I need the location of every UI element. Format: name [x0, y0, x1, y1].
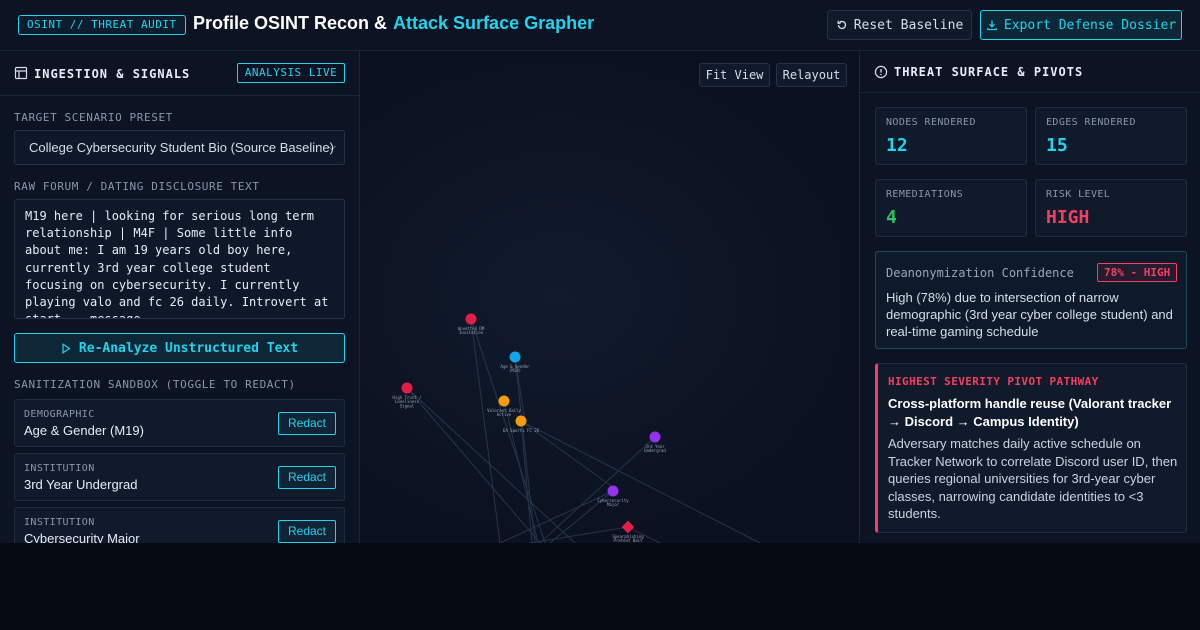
stat-label: NODES RENDERED	[886, 117, 976, 128]
graph-node[interactable]: 3rd YearUndergrad	[644, 431, 666, 454]
graph-node-marker[interactable]	[498, 395, 510, 407]
title-main: Profile OSINT Recon &	[193, 13, 388, 33]
export-dossier-button[interactable]: Export Defense Dossier	[980, 10, 1182, 40]
play-icon	[62, 342, 71, 354]
stat-card-nodes: NODES RENDERED 12	[875, 107, 1027, 165]
reset-icon	[837, 20, 846, 30]
graph-node-marker[interactable]	[465, 313, 477, 325]
graph-node-label: Active	[497, 412, 512, 417]
graph-node-marker[interactable]	[649, 431, 661, 443]
graph-node[interactable]: SpearphishingPretext Bait	[612, 520, 644, 543]
graph-node[interactable]: Valorant DailyActive	[487, 395, 521, 418]
page-title: Profile OSINT Recon & Attack Surface Grap…	[193, 13, 594, 34]
analysis-status-badge: ANALYSIS LIVE	[237, 63, 345, 83]
top-bar: OSINT // THREAT AUDIT Profile OSINT Reco…	[0, 0, 1200, 51]
graph-node-label: Undergrad	[644, 448, 666, 453]
graph-node-label: Pretext Bait	[614, 538, 643, 543]
audit-badge: OSINT // THREAT AUDIT	[18, 15, 186, 35]
signal-card: DEMOGRAPHIC Age & Gender (M19) Redact	[14, 399, 345, 447]
signal-category: INSTITUTION	[24, 517, 95, 528]
signal-card: INSTITUTION Cybersecurity Major Redact	[14, 507, 345, 543]
raw-text-label: RAW FORUM / DATING DISCLOSURE TEXT	[14, 180, 260, 193]
graph-node-marker[interactable]	[401, 382, 413, 394]
confidence-label: Deanonymization Confidence	[886, 266, 1074, 280]
scenario-preset-select[interactable]: College Cybersecurity Student Bio (Sourc…	[14, 130, 345, 165]
graph-edge	[514, 356, 536, 543]
app-window: OSINT // THREAT AUDIT Profile OSINT Reco…	[0, 0, 1200, 543]
stat-card-risk: RISK LEVEL HIGH	[1035, 179, 1187, 237]
threat-header: THREAT SURFACE & PIVOTS	[860, 51, 1200, 93]
confidence-badge: 78% - HIGH	[1097, 263, 1178, 282]
graph-node[interactable]: Age & Gender(M19)	[501, 351, 530, 374]
redact-button[interactable]: Redact	[278, 466, 336, 489]
stat-label: REMEDIATIONS	[886, 189, 964, 200]
signal-value: Age & Gender (M19)	[24, 423, 144, 438]
title-accent: Attack Surface Grapher	[393, 13, 595, 33]
ingestion-header: INGESTION & SIGNALS ANALYSIS LIVE	[0, 51, 359, 96]
stat-label: RISK LEVEL	[1046, 189, 1111, 200]
stat-value: 4	[886, 207, 897, 228]
ingestion-title: INGESTION & SIGNALS	[34, 67, 191, 81]
graph-edge	[539, 436, 656, 543]
ingestion-panel: INGESTION & SIGNALS ANALYSIS LIVE TARGET…	[0, 51, 360, 543]
chevron-down-icon: ⌵	[327, 141, 336, 153]
signal-card: INSTITUTION 3rd Year Undergrad Redact	[14, 453, 345, 501]
reanalyze-button[interactable]: Re-Analyze Unstructured Text	[14, 333, 345, 363]
graph-node-marker[interactable]	[607, 485, 619, 497]
graph-node-marker[interactable]	[509, 351, 521, 363]
reset-baseline-button[interactable]: Reset Baseline	[827, 10, 972, 40]
fit-view-button[interactable]: Fit View	[699, 63, 770, 87]
redact-button[interactable]: Redact	[278, 520, 336, 543]
stat-label: EDGES RENDERED	[1046, 117, 1136, 128]
signal-value: 3rd Year Undergrad	[24, 477, 138, 492]
signal-category: DEMOGRAPHIC	[24, 409, 95, 420]
threat-surface-panel: THREAT SURFACE & PIVOTS NODES RENDERED 1…	[859, 51, 1200, 543]
signal-value: Cybersecurity Major	[24, 531, 140, 543]
relayout-button[interactable]: Relayout	[776, 63, 847, 87]
graph-node-marker[interactable]	[621, 520, 635, 534]
preset-value: College Cybersecurity Student Bio (Sourc…	[29, 140, 334, 155]
alert-circle-icon	[874, 65, 888, 79]
attack-surface-graph[interactable]: Unvetted DM Invitation Age & Gender (M19) Hi…	[360, 51, 859, 543]
graph-node[interactable]: Unvetted DMInvitation	[458, 313, 485, 336]
confidence-card: Deanonymization Confidence 78% - HIGH Hi…	[875, 251, 1187, 349]
preset-label: TARGET SCENARIO PRESET	[14, 111, 173, 124]
stat-card-edges: EDGES RENDERED 15	[1035, 107, 1187, 165]
graph-node-label: EA Sports FC 26	[503, 428, 540, 433]
graph-edge	[520, 420, 533, 543]
threat-title: THREAT SURFACE & PIVOTS	[894, 65, 1084, 79]
graph-edge	[499, 490, 614, 543]
raw-text-input[interactable]: M19 here | looking for serious long term…	[14, 199, 345, 319]
graph-canvas[interactable]: Unvetted DMInvitation Age & Gender(M19) Hi…	[360, 51, 859, 543]
redact-button[interactable]: Redact	[278, 412, 336, 435]
graph-edge	[520, 420, 761, 543]
layout-icon	[14, 66, 28, 80]
stat-value: HIGH	[1046, 207, 1090, 228]
export-label: Export Defense Dossier	[1003, 17, 1177, 33]
stat-value: 15	[1046, 135, 1068, 156]
reanalyze-label: Re-Analyze Unstructured Text	[78, 340, 299, 356]
sandbox-label: SANITIZATION SANDBOX (TOGGLE TO REDACT)	[14, 378, 296, 391]
graph-edge	[470, 318, 501, 543]
graph-node-label: Signal	[400, 403, 415, 408]
graph-node-marker[interactable]	[515, 415, 527, 427]
pivot-pathway-card: HIGHEST SEVERITY PIVOT PATHWAY Cross-pla…	[875, 363, 1187, 533]
graph-node[interactable]: High Trust /LonelinessSignal	[393, 382, 422, 409]
pivot-description: Adversary matches daily active schedule …	[888, 436, 1178, 521]
pivot-path: Cross-platform handle reuse (Valorant tr…	[888, 396, 1172, 429]
graph-node-label: (M19)	[509, 368, 521, 373]
stat-value: 12	[886, 135, 908, 156]
graph-node-label: Invitation	[459, 330, 484, 335]
stat-card-remediations: REMEDIATIONS 4	[875, 179, 1027, 237]
pivot-title: HIGHEST SEVERITY PIVOT PATHWAY	[888, 375, 1099, 388]
signal-category: INSTITUTION	[24, 463, 95, 474]
confidence-description: High (78%) due to intersection of narrow…	[886, 290, 1173, 339]
download-icon	[987, 20, 997, 31]
reset-label: Reset Baseline	[853, 17, 964, 33]
graph-node-label: Major	[607, 502, 620, 507]
